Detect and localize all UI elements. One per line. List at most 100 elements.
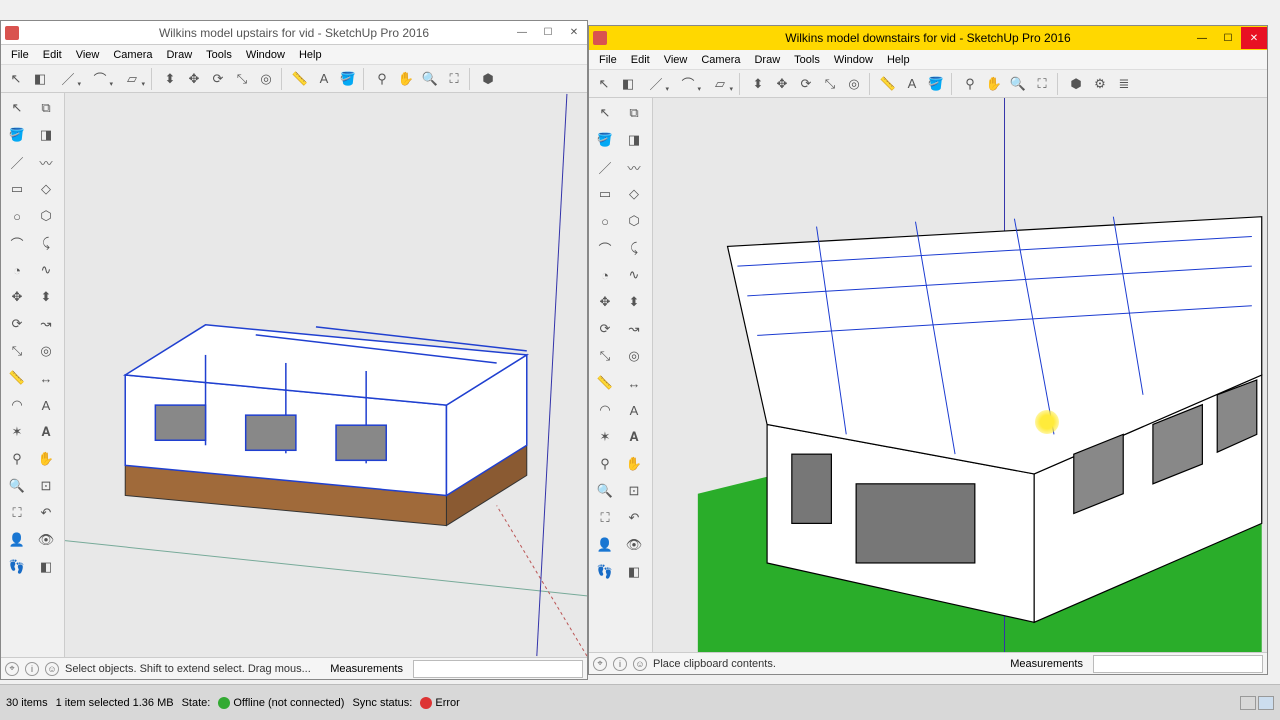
pushpull-icon[interactable]: ⬍ (32, 284, 60, 310)
orbit-icon[interactable]: ⚲ (3, 446, 31, 472)
arc-tool[interactable]: ⌒ (85, 68, 115, 90)
viewport[interactable] (653, 98, 1267, 652)
scale-icon[interactable]: ⤡ (591, 343, 619, 369)
rotated-rect-icon[interactable]: ◇ (620, 181, 648, 207)
layers-tool[interactable]: ≣ (1113, 73, 1135, 95)
offset-tool[interactable]: ◎ (843, 73, 865, 95)
arc-tool[interactable]: ⌒ (673, 73, 703, 95)
line-icon[interactable]: ／ (3, 149, 31, 175)
move-tool[interactable]: ✥ (771, 73, 793, 95)
offset-icon[interactable]: ◎ (32, 338, 60, 364)
arc2-icon[interactable]: ⤹ (620, 235, 648, 261)
menu-draw[interactable]: Draw (748, 52, 786, 68)
curve-icon[interactable]: ∿ (620, 262, 648, 288)
protractor-icon[interactable]: ◠ (591, 397, 619, 423)
zoom-window-icon[interactable]: ⊡ (620, 478, 648, 504)
rotated-rect-icon[interactable]: ◇ (32, 176, 60, 202)
minimize-button[interactable]: — (1189, 27, 1215, 49)
menu-file[interactable]: File (5, 47, 35, 63)
text-tool[interactable]: A (313, 68, 335, 90)
pan-icon[interactable]: ✋ (620, 451, 648, 477)
shape-tool[interactable]: ▱ (117, 68, 147, 90)
maximize-button[interactable]: ☐ (1215, 27, 1241, 49)
followme-icon[interactable]: ↝ (620, 316, 648, 342)
rectangle-icon[interactable]: ▭ (591, 181, 619, 207)
zoom-extents-tool[interactable]: ⛶ (1031, 73, 1053, 95)
menu-camera[interactable]: Camera (695, 52, 746, 68)
menu-camera[interactable]: Camera (107, 47, 158, 63)
scale-tool[interactable]: ⤡ (819, 73, 841, 95)
menu-tools[interactable]: Tools (200, 47, 238, 63)
zoom-window-icon[interactable]: ⊡ (32, 473, 60, 499)
menu-help[interactable]: Help (293, 47, 328, 63)
select-icon[interactable]: ↖ (591, 100, 619, 126)
select-tool[interactable]: ↖ (593, 73, 615, 95)
pie-icon[interactable]: ◔ (591, 262, 619, 288)
pushpull-icon[interactable]: ⬍ (620, 289, 648, 315)
text-tool[interactable]: A (901, 73, 923, 95)
line-icon[interactable]: ／ (591, 154, 619, 180)
rectangle-icon[interactable]: ▭ (3, 176, 31, 202)
circle-icon[interactable]: ○ (591, 208, 619, 234)
line-tool[interactable]: ／ (53, 68, 83, 90)
user-icon[interactable]: ☺ (45, 662, 59, 676)
dimension-icon[interactable]: ↔ (32, 365, 60, 391)
orbit-tool[interactable]: ⚲ (371, 68, 393, 90)
menu-draw[interactable]: Draw (160, 47, 198, 63)
protractor-icon[interactable]: ◠ (3, 392, 31, 418)
3dtext-icon[interactable]: 𝐀 (32, 419, 60, 445)
text-icon[interactable]: A (32, 392, 60, 418)
arc-icon[interactable]: ⌒ (591, 235, 619, 261)
previous-icon[interactable]: ↶ (32, 500, 60, 526)
warehouse-tool[interactable]: ⬢ (1065, 73, 1087, 95)
select-icon[interactable]: ↖ (3, 95, 31, 121)
zoom-extents-icon[interactable]: ⛶ (3, 500, 31, 526)
offset-icon[interactable]: ◎ (620, 343, 648, 369)
pan-tool[interactable]: ✋ (983, 73, 1005, 95)
tape-tool[interactable]: 📏 (289, 68, 311, 90)
freehand-icon[interactable]: 〰 (620, 154, 648, 180)
move-tool[interactable]: ✥ (183, 68, 205, 90)
pushpull-tool[interactable]: ⬍ (159, 68, 181, 90)
circle-icon[interactable]: ○ (3, 203, 31, 229)
credits-icon[interactable]: i (613, 657, 627, 671)
geolocate-icon[interactable]: ⌖ (5, 662, 19, 676)
menu-window[interactable]: Window (240, 47, 291, 63)
select-tool[interactable]: ↖ (5, 68, 27, 90)
make-component-icon[interactable]: ⧉ (620, 100, 648, 126)
look-around-icon[interactable]: 👁 (32, 527, 60, 553)
rotate-icon[interactable]: ⟳ (3, 311, 31, 337)
followme-icon[interactable]: ↝ (32, 311, 60, 337)
eraser-tool[interactable]: ◧ (29, 68, 51, 90)
extensions-tool[interactable]: ⚙ (1089, 73, 1111, 95)
section-icon[interactable]: ◧ (32, 554, 60, 580)
eraser-icon[interactable]: ◨ (32, 122, 60, 148)
scale-icon[interactable]: ⤡ (3, 338, 31, 364)
paint-icon[interactable]: 🪣 (591, 127, 619, 153)
move-icon[interactable]: ✥ (591, 289, 619, 315)
paint-tool[interactable]: 🪣 (337, 68, 359, 90)
pan-tool[interactable]: ✋ (395, 68, 417, 90)
tape-tool[interactable]: 📏 (877, 73, 899, 95)
move-icon[interactable]: ✥ (3, 284, 31, 310)
arc2-icon[interactable]: ⤹ (32, 230, 60, 256)
view-thumbs-icon[interactable] (1258, 696, 1274, 710)
geolocate-icon[interactable]: ⌖ (593, 657, 607, 671)
arc-icon[interactable]: ⌒ (3, 230, 31, 256)
menu-edit[interactable]: Edit (625, 52, 656, 68)
eraser-icon[interactable]: ◨ (620, 127, 648, 153)
menu-file[interactable]: File (593, 52, 623, 68)
pan-icon[interactable]: ✋ (32, 446, 60, 472)
zoom-extents-tool[interactable]: ⛶ (443, 68, 465, 90)
walk-icon[interactable]: 👣 (3, 554, 31, 580)
user-icon[interactable]: ☺ (633, 657, 647, 671)
zoom-icon[interactable]: 🔍 (591, 478, 619, 504)
shape-tool[interactable]: ▱ (705, 73, 735, 95)
pie-icon[interactable]: ◔ (3, 257, 31, 283)
menu-help[interactable]: Help (881, 52, 916, 68)
scale-tool[interactable]: ⤡ (231, 68, 253, 90)
axes-icon[interactable]: ✶ (591, 424, 619, 450)
polygon-icon[interactable]: ⬡ (620, 208, 648, 234)
3dtext-icon[interactable]: 𝐀 (620, 424, 648, 450)
close-button[interactable]: ✕ (1241, 27, 1267, 49)
